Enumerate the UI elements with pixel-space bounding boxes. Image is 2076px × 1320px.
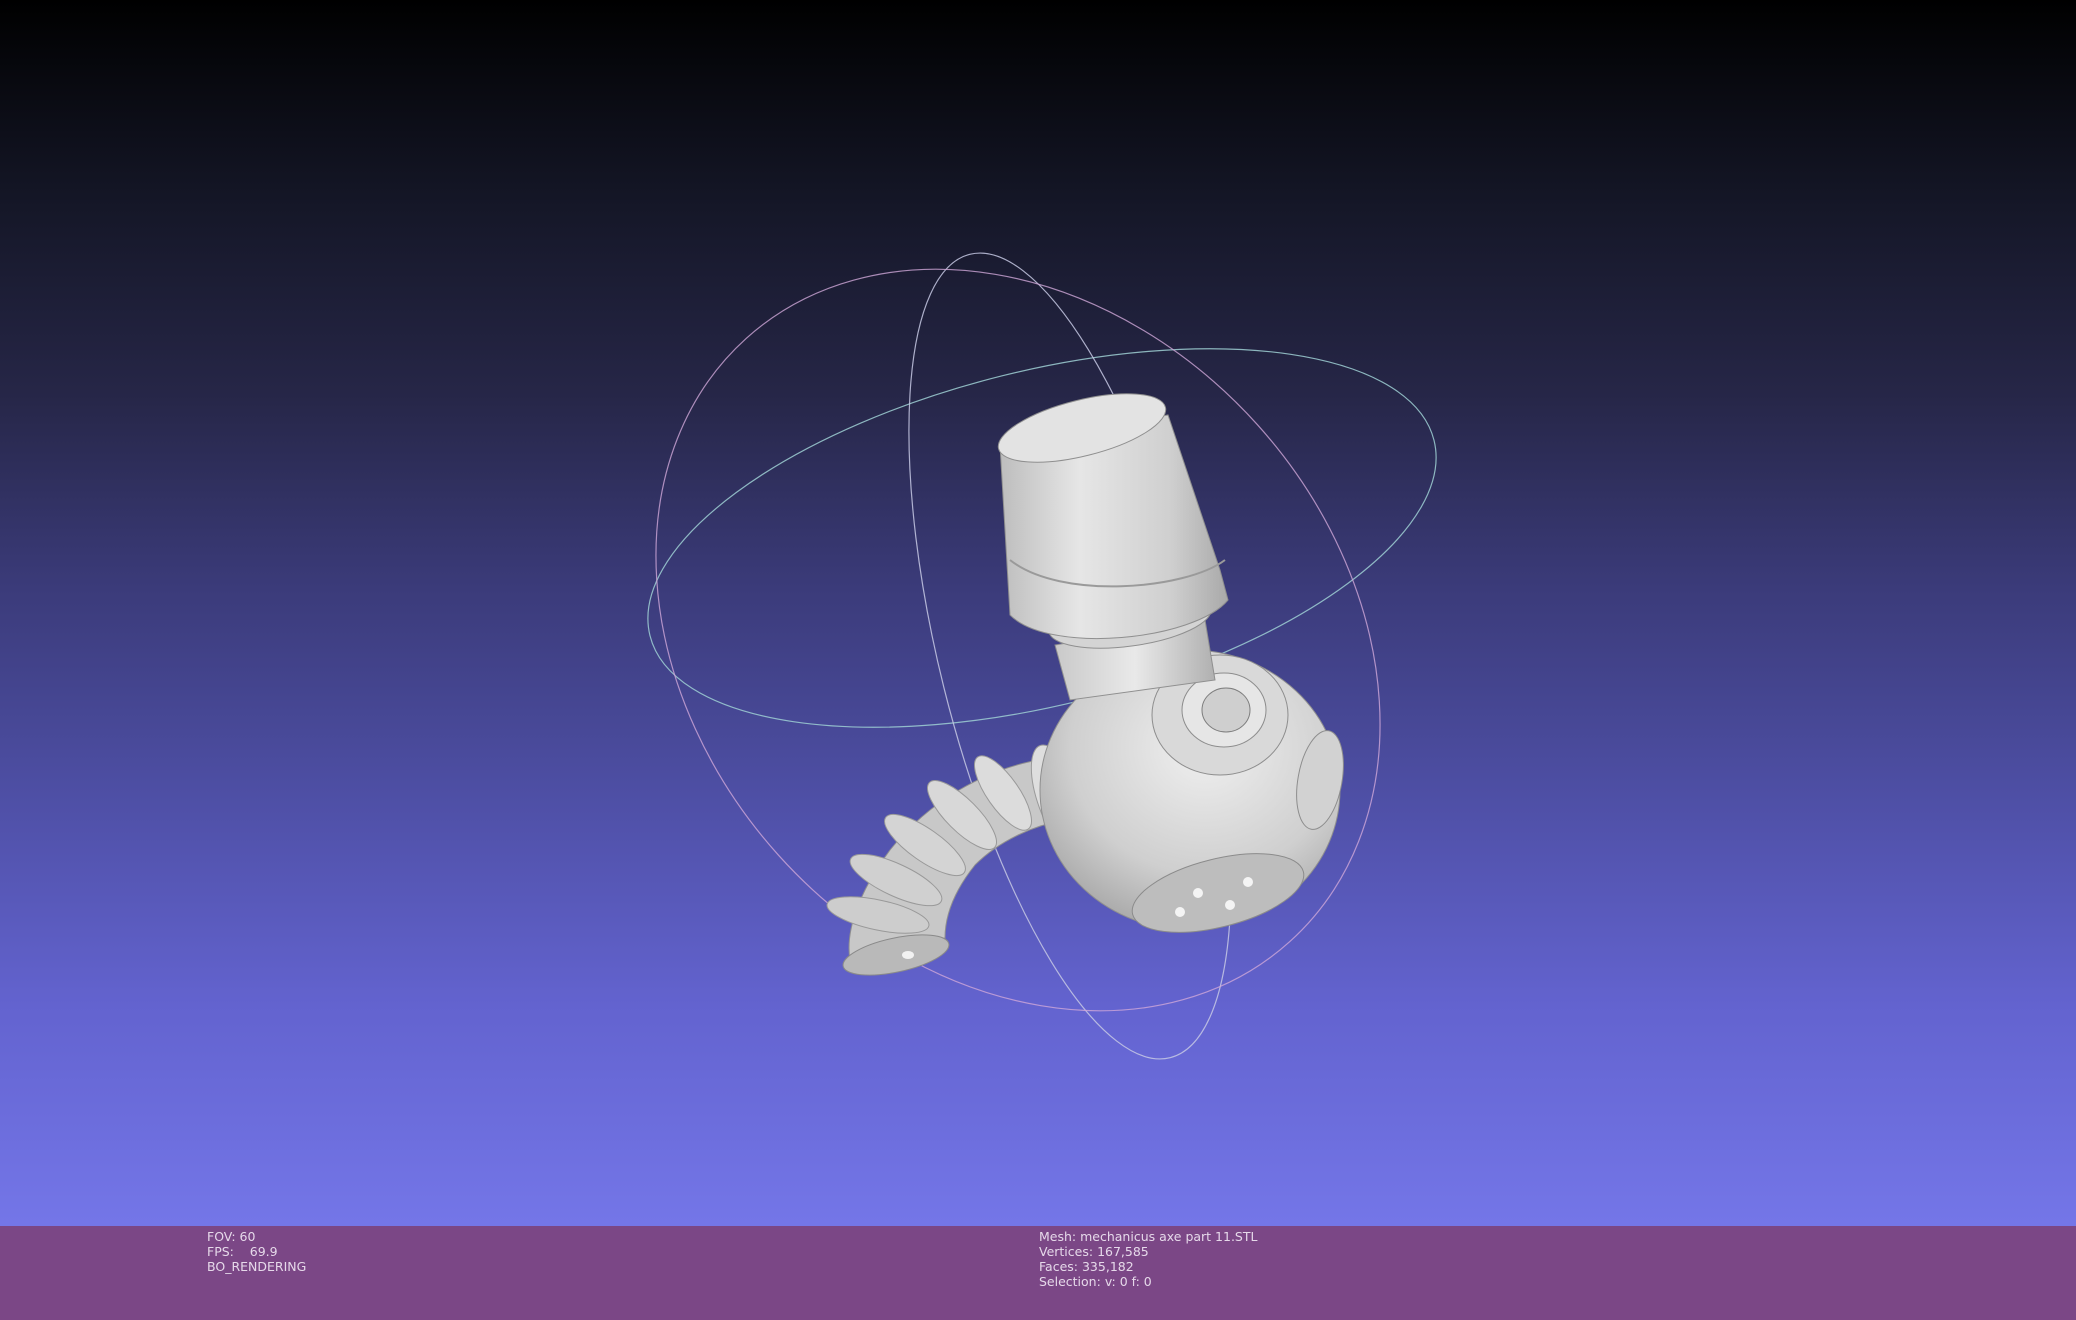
top-cup (997, 393, 1229, 639)
fps-label: FPS: (207, 1244, 234, 1259)
trackball-gizmo[interactable] (507, 123, 1529, 1157)
3d-viewport[interactable] (0, 0, 2076, 1226)
mesh-name: mechanicus axe part 11.STL (1080, 1229, 1258, 1244)
faces-value: 335,182 (1081, 1259, 1134, 1274)
trackball-ring-diagonal (655, 268, 1381, 1012)
mesh-line: Mesh: mechanicus axe part 11.STL (1039, 1229, 1257, 1244)
fov-value: 60 (239, 1229, 256, 1244)
vertices-line: Vertices: 167,585 (1039, 1244, 1257, 1259)
fov-line: FOV: 60 (207, 1229, 306, 1244)
render-info: FOV: 60 FPS: 69.9 BO_RENDERING (207, 1229, 306, 1274)
faces-label: Faces: (1039, 1259, 1078, 1274)
vertices-label: Vertices: (1039, 1244, 1094, 1259)
faces-line: Faces: 335,182 (1039, 1259, 1257, 1274)
selection-line: Selection: v: 0 f: 0 (1039, 1274, 1257, 1289)
mesh-model[interactable] (824, 380, 1350, 983)
fov-label: FOV: (207, 1229, 236, 1244)
vertices-value: 167,585 (1097, 1244, 1149, 1259)
scene-canvas[interactable] (0, 0, 2076, 1226)
selection-label: Selection: (1039, 1274, 1101, 1289)
status-bar: FOV: 60 FPS: 69.9 BO_RENDERING Mesh: mec… (0, 1226, 2076, 1320)
mesh-info: Mesh: mechanicus axe part 11.STL Vertice… (1039, 1229, 1257, 1289)
mesh-label: Mesh: (1039, 1229, 1077, 1244)
render-mode: BO_RENDERING (207, 1259, 307, 1274)
fps-line: FPS: 69.9 (207, 1244, 306, 1259)
selection-value: v: 0 f: 0 (1104, 1274, 1152, 1289)
fps-value: 69.9 (249, 1244, 278, 1259)
